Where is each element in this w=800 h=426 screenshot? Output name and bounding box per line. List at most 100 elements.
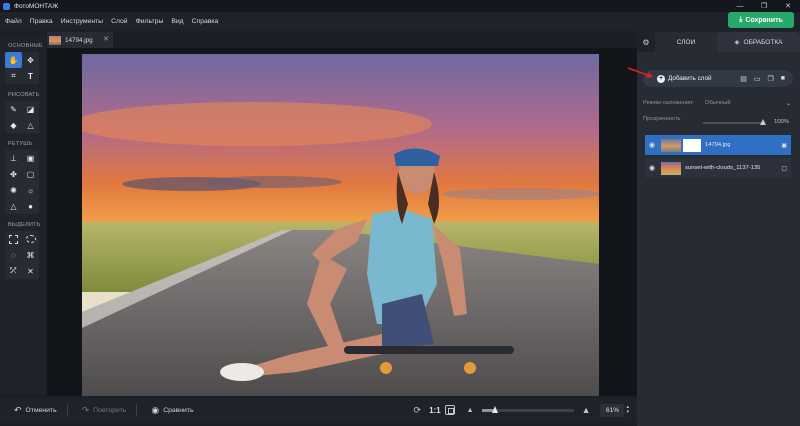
actual-size-button[interactable]: 1:1 xyxy=(429,406,441,415)
magic-wand-icon[interactable]: ✕ xyxy=(22,263,39,279)
blend-mode-label: Режим наложения: xyxy=(643,100,694,106)
magnetic-lasso-icon[interactable]: ⤱ xyxy=(5,263,22,279)
tool-group-basic: ✋ ✥ ⌗ T xyxy=(5,52,39,84)
document-name: 14794.jpg xyxy=(65,36,93,44)
poly-lasso-icon[interactable]: ⌘ xyxy=(22,247,39,263)
menu-file[interactable]: Файл xyxy=(5,18,22,25)
download-icon: ⤓ xyxy=(739,16,743,23)
opacity-slider-knob[interactable] xyxy=(760,119,766,125)
new-layer-icon[interactable]: ▤ xyxy=(740,75,747,83)
lock-icon[interactable]: ▣ xyxy=(781,142,787,149)
crop-icon[interactable]: ⌗ xyxy=(5,68,22,84)
divider xyxy=(136,404,138,416)
document-tab-bar: 14794.jpg ✕ xyxy=(47,30,637,48)
layer-item[interactable]: ◉ 14794.jpg ▣ xyxy=(645,135,791,155)
lasso-icon[interactable]: ◌ xyxy=(5,247,22,263)
zoom-slider[interactable] xyxy=(481,405,574,413)
tab-processing[interactable]: ◈ ОБРАБОТКА xyxy=(717,32,800,52)
undo-icon: ↶ xyxy=(14,404,22,415)
compare-icon: ◉ xyxy=(151,404,160,415)
add-layer-label: Добавить слой xyxy=(668,75,712,82)
tab-close-icon[interactable]: ✕ xyxy=(103,35,109,43)
layer-item[interactable]: ◉ sunset-with-clouds_1137-135 ▢ xyxy=(645,158,791,178)
layer-ops: ▤ ▭ ❐ ■ xyxy=(733,70,785,87)
minimize-icon[interactable]: — xyxy=(728,0,752,12)
menu-view[interactable]: Вид xyxy=(171,18,183,25)
add-layer-button[interactable]: + Добавить слой xyxy=(657,74,712,83)
drop-icon[interactable]: ● xyxy=(22,198,39,214)
undo-label: Отменить xyxy=(25,406,57,414)
blur-icon[interactable]: ✺ xyxy=(5,182,22,198)
photo-canvas[interactable] xyxy=(82,54,599,396)
zoom-stepper[interactable]: ▴ ▾ xyxy=(626,405,629,415)
layer-name: 14794.jpg xyxy=(705,142,731,148)
eye-icon[interactable]: ◉ xyxy=(645,164,659,172)
layer-thumbnail xyxy=(661,161,681,175)
document-tab[interactable]: 14794.jpg ✕ xyxy=(47,32,113,48)
frame-icon[interactable]: ▢ xyxy=(22,166,39,182)
redo-button[interactable]: ↷ Повторить xyxy=(82,405,127,416)
zoom-slider-knob[interactable] xyxy=(492,405,499,413)
layer-name: sunset-with-clouds_1137-135 xyxy=(685,165,761,171)
rotate-icon[interactable]: ⟳ xyxy=(414,405,422,416)
menu-edit[interactable]: Правка xyxy=(30,18,53,25)
menu-layer[interactable]: Слой xyxy=(111,18,128,25)
menu-bar: Файл Правка Инструменты Слой Фильтры Вид… xyxy=(0,12,800,30)
save-button[interactable]: ⤓ Сохранить xyxy=(728,12,794,28)
zoom-value-field[interactable]: 61% xyxy=(600,403,625,417)
right-panel: ⚙ СЛОИ ◈ ОБРАБОТКА + Добавить слой ▤ ▭ ❐… xyxy=(637,30,800,426)
rect-select-icon[interactable] xyxy=(5,231,22,247)
tool-group-draw: ✎ ◪ ◆ △ xyxy=(5,101,39,133)
toolbox-section-title: ВЫДЕЛИТЬ xyxy=(8,222,41,228)
toolbox-section-title: РЕТУШЬ xyxy=(8,141,33,147)
layer-thumbnail xyxy=(661,138,681,152)
stamp-icon[interactable]: ⊥ xyxy=(5,150,22,166)
opacity-row: Прозрачность 100% xyxy=(643,116,793,128)
menu-help[interactable]: Справка xyxy=(192,18,219,25)
compare-button[interactable]: ◉ Сравнить xyxy=(151,405,193,416)
fit-screen-icon[interactable] xyxy=(444,405,455,415)
settings-icon[interactable]: ⚙ xyxy=(637,32,655,52)
move-icon[interactable]: ✥ xyxy=(22,52,39,68)
app-title: ФотоМОНТАЖ xyxy=(14,2,59,10)
undo-button[interactable]: ↶ Отменить xyxy=(14,405,57,416)
hand-icon[interactable]: ✋ xyxy=(5,52,22,68)
tab-layers[interactable]: СЛОИ xyxy=(655,32,717,52)
toolbox-section-title: РИСОВАТЬ xyxy=(8,92,40,98)
menu-tools[interactable]: Инструменты xyxy=(61,18,103,25)
tab-processing-label: ОБРАБОТКА xyxy=(743,38,783,46)
zoom-in-icon[interactable]: ▲ xyxy=(582,405,591,415)
tool-group-select: ◌ ⌘ ⤱ ✕ xyxy=(5,231,39,279)
layer-mask-thumbnail xyxy=(683,138,701,152)
opacity-slider[interactable] xyxy=(703,119,766,125)
title-bar: ФотоМОНТАЖ — ❐ ✕ xyxy=(0,0,800,12)
sharpen-icon[interactable]: △ xyxy=(5,198,22,214)
patch-icon[interactable]: ▣ xyxy=(22,150,39,166)
healing-icon[interactable]: ✤ xyxy=(5,166,22,182)
blend-mode-value: Обычный xyxy=(705,100,731,106)
folder-icon[interactable]: ▭ xyxy=(754,75,761,83)
fill-icon[interactable]: ◆ xyxy=(5,117,22,133)
ellipse-select-icon[interactable] xyxy=(22,231,39,247)
opacity-label: Прозрачность xyxy=(643,116,681,122)
zoom-out-icon[interactable]: ▲ xyxy=(467,407,474,414)
chevron-down-icon: ⌄ xyxy=(785,100,791,107)
eye-icon[interactable]: ◉ xyxy=(645,141,659,149)
annotation-arrow xyxy=(627,67,653,78)
maximize-icon[interactable]: ❐ xyxy=(752,0,776,12)
duplicate-icon[interactable]: ❐ xyxy=(767,75,773,83)
eraser-icon[interactable]: ◪ xyxy=(22,101,39,117)
blend-mode-row[interactable]: Режим наложения: Обычный ⌄ xyxy=(643,97,793,109)
menu-filters[interactable]: Фильтры xyxy=(136,18,164,25)
brush-icon[interactable]: ✎ xyxy=(5,101,22,117)
brightness-icon[interactable]: ☼ xyxy=(22,182,39,198)
delete-icon[interactable]: ■ xyxy=(781,75,785,82)
unlock-icon[interactable]: ▢ xyxy=(781,165,787,172)
status-bar: ↶ Отменить ↷ Повторить ◉ Сравнить ⟳ 1:1 … xyxy=(0,398,637,422)
close-icon[interactable]: ✕ xyxy=(776,0,800,12)
toolbox-section-title: ОСНОВНЫЕ xyxy=(8,43,43,49)
save-label: Сохранить xyxy=(745,16,783,24)
shapes-icon[interactable]: △ xyxy=(22,117,39,133)
text-icon[interactable]: T xyxy=(22,68,39,84)
opacity-value: 100% xyxy=(774,119,789,125)
